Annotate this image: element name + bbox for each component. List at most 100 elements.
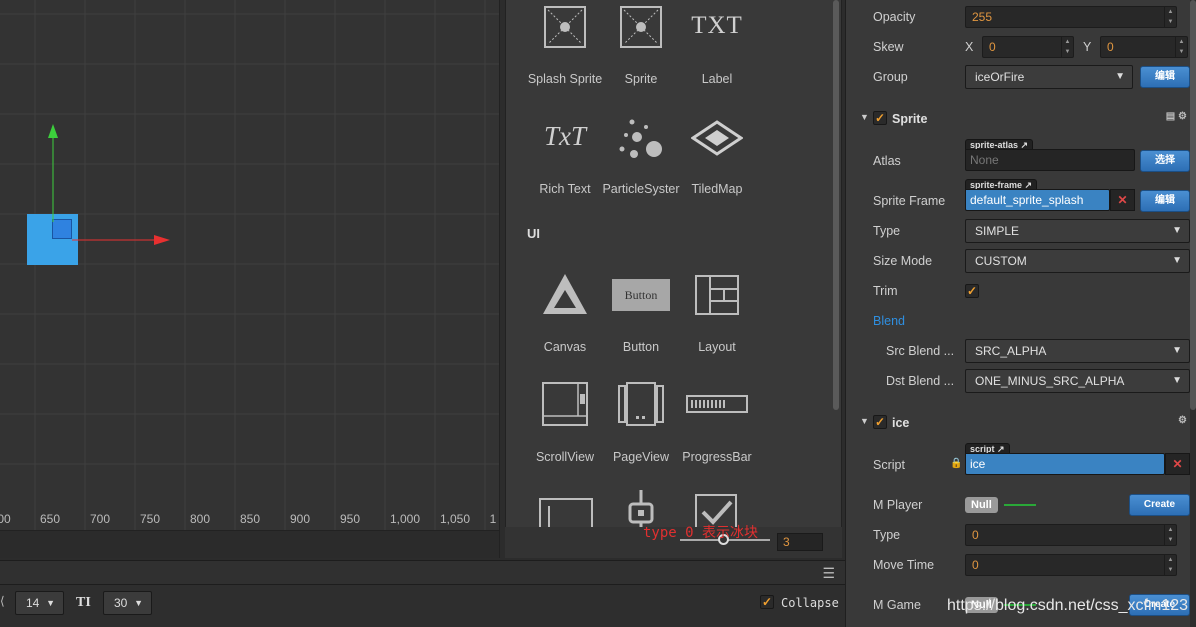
layout-icon (695, 275, 739, 315)
stepper-icon[interactable]: ▲ ▼ (1164, 7, 1176, 27)
collapse-label: Collapse (781, 596, 839, 610)
move-gizmo-x-axis[interactable] (72, 232, 172, 248)
move-gizmo-y-axis[interactable] (45, 122, 61, 222)
dst-blend-select[interactable]: ONE_MINUS_SRC_ALPHA ▼ (965, 369, 1190, 393)
group-value: iceOrFire (975, 70, 1025, 84)
inspector-scroll-thumb[interactable] (1190, 0, 1196, 410)
m-game-label: M Game (873, 598, 921, 612)
scene-view[interactable]: 00 650 700 750 800 850 900 950 1,000 1,0… (0, 0, 500, 558)
collapse-checkbox[interactable]: ✓ (760, 595, 774, 609)
lock-icon: 🔒 (950, 458, 963, 469)
scene-ruler (0, 530, 499, 558)
clear-sprite-frame-icon[interactable]: ✕ (1110, 189, 1135, 211)
library-label: ScrollView (535, 450, 595, 464)
chevron-down-icon: ▼ (134, 598, 143, 608)
sprite-frame-value-box[interactable]: default_sprite_splash (965, 189, 1110, 211)
line-height-value: 30 (114, 596, 128, 610)
library-item-tiledmap[interactable]: TiledMap (677, 110, 757, 210)
sprite-frame-edit-button[interactable]: 编辑 (1140, 190, 1190, 212)
ice-enabled-checkbox[interactable]: ✓ (873, 415, 887, 429)
library-label: TiledMap (691, 182, 743, 196)
ruler-tick: 00 (0, 512, 11, 526)
transform-handle-center[interactable] (52, 219, 72, 239)
stepper-icon[interactable]: ▲ ▼ (1061, 37, 1073, 57)
atlas-value-box[interactable]: None (965, 149, 1135, 171)
library-item-button[interactable]: Button Button (601, 266, 681, 366)
atlas-field[interactable]: sprite-atlas ↗ None (965, 139, 1135, 173)
ruler-tick: 750 (139, 512, 161, 526)
library-item-layout[interactable]: Layout (677, 266, 757, 366)
m-player-label: M Player (873, 498, 923, 512)
skew-x-value: 0 (989, 40, 996, 54)
trim-checkbox[interactable]: ✓ (965, 284, 979, 298)
group-label: Group (873, 70, 908, 84)
progressbar-icon (686, 395, 748, 413)
size-mode-label: Size Mode (873, 254, 933, 268)
ice-type-label: Type (873, 528, 901, 542)
text-format-icon[interactable]: TI (76, 595, 91, 611)
sprite-section-title: Sprite (892, 112, 928, 126)
rich-text-icon: TxT (543, 121, 587, 151)
library-scrollbar[interactable] (833, 0, 839, 410)
src-blend-label: Src Blend ... (886, 344, 955, 358)
console-header: ☰ (0, 561, 845, 585)
library-item-particle-system[interactable]: ParticleSyster (601, 110, 681, 210)
library-item-progressbar[interactable]: ProgressBar (677, 376, 757, 476)
sprite-section-header[interactable]: ▼ ✓ Sprite ▤ ⚙ (846, 107, 1196, 131)
atlas-value: None (970, 153, 999, 167)
sprite-frame-value: default_sprite_splash (970, 193, 1084, 207)
library-item-pageview[interactable]: PageView (601, 376, 681, 476)
m-player-create-button[interactable]: Create (1129, 494, 1190, 516)
zoom-value: 3 (783, 535, 790, 549)
collapse-triangle-icon[interactable]: ▼ (860, 416, 869, 426)
size-mode-select[interactable]: CUSTOM ▼ (965, 249, 1190, 273)
library-label: Splash Sprite (527, 72, 603, 86)
dst-blend-value: ONE_MINUS_SRC_ALPHA (975, 374, 1125, 388)
m-player-null-badge[interactable]: Null (965, 497, 998, 513)
stepper-icon[interactable]: ▲ ▼ (1175, 37, 1187, 57)
ice-type-value: 0 (972, 528, 979, 542)
atlas-select-button[interactable]: 选择 (1140, 150, 1190, 172)
zoom-value-field[interactable]: 3 (777, 533, 823, 551)
ruler-tick: 950 (339, 512, 361, 526)
library-item-label[interactable]: TXT Label (677, 0, 757, 100)
move-time-label: Move Time (873, 558, 935, 572)
script-field[interactable]: script ↗ ice ✕ (965, 443, 1190, 477)
library-item-scrollview[interactable]: ScrollView (525, 376, 605, 476)
sprite-frame-field[interactable]: sprite-frame ↗ default_sprite_splash ✕ (965, 179, 1135, 213)
line-height-dropdown[interactable]: 30 ▼ (103, 591, 152, 615)
collapse-triangle-icon[interactable]: ▼ (860, 112, 869, 122)
library-item-sprite[interactable]: Sprite (601, 0, 681, 100)
scene-grid (0, 0, 499, 530)
script-value: ice (970, 457, 986, 471)
chevron-down-icon: ▼ (1172, 345, 1182, 356)
script-value-box[interactable]: ice (965, 453, 1165, 475)
stepper-icon[interactable]: ▲ ▼ (1164, 525, 1176, 545)
ice-type-input[interactable]: 0 ▲ ▼ (965, 524, 1177, 546)
opacity-input[interactable]: 255 ▲ ▼ (965, 6, 1177, 28)
gear-icon[interactable]: ⚙ (1178, 415, 1187, 426)
library-item-splash-sprite[interactable]: Splash Sprite (525, 0, 605, 100)
stepper-icon[interactable]: ▲ ▼ (1164, 555, 1176, 575)
skew-x-input[interactable]: 0 ▲ ▼ (982, 36, 1074, 58)
library-label: Layout (698, 340, 736, 354)
clear-script-icon[interactable]: ✕ (1165, 453, 1190, 475)
library-item-rich-text[interactable]: TxT Rich Text (525, 110, 605, 210)
group-select[interactable]: iceOrFire ▼ (965, 65, 1133, 89)
opacity-label: Opacity (873, 10, 916, 24)
src-blend-select[interactable]: SRC_ALPHA ▼ (965, 339, 1190, 363)
ice-section-title: ice (892, 416, 910, 430)
type-select[interactable]: SIMPLE ▼ (965, 219, 1190, 243)
sprite-enabled-checkbox[interactable]: ✓ (873, 111, 887, 125)
library-item-canvas[interactable]: Canvas (525, 266, 605, 366)
blend-label[interactable]: Blend (873, 314, 905, 328)
ice-section-header[interactable]: ▼ ✓ ice ⚙ (846, 411, 1196, 435)
move-time-input[interactable]: 0 ▲ ▼ (965, 554, 1177, 576)
section-menu-icons[interactable]: ▤ ⚙ (1166, 111, 1187, 122)
skew-y-input[interactable]: 0 ▲ ▼ (1100, 36, 1188, 58)
button-icon: Button (612, 279, 670, 311)
type-label: Type (873, 224, 901, 238)
font-size-dropdown[interactable]: 14 ▼ (15, 591, 64, 615)
group-edit-button[interactable]: 编辑 (1140, 66, 1190, 88)
menu-icon[interactable]: ☰ (822, 565, 835, 582)
